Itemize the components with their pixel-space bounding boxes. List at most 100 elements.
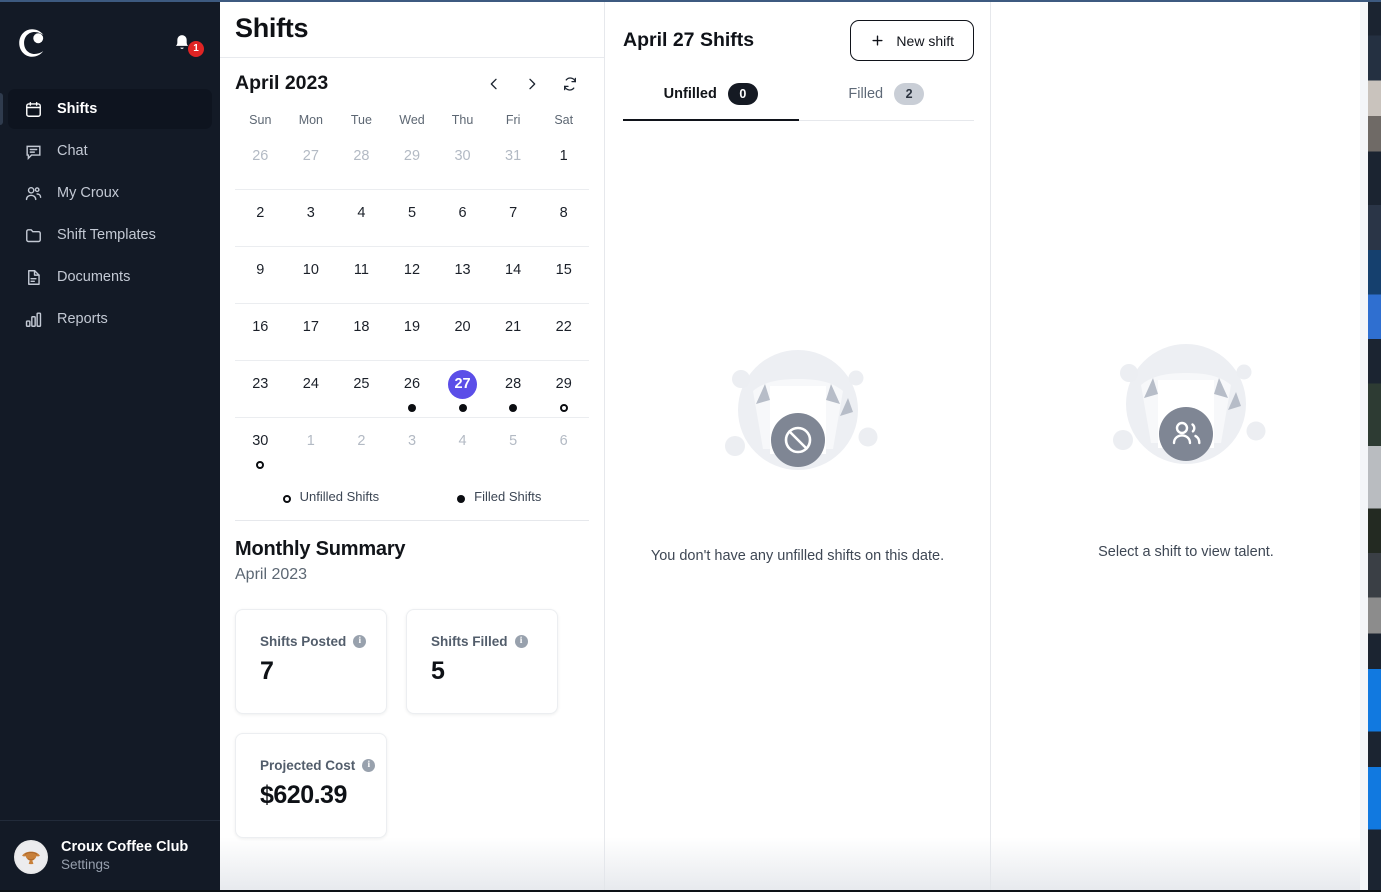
shifts-panel: April 27 Shifts New shift Unfilled 0 Fil… bbox=[605, 0, 991, 892]
calendar-day-cell[interactable]: 2 bbox=[235, 199, 286, 246]
calendar-day-cell[interactable]: 29 bbox=[387, 142, 438, 189]
calendar-day-cell[interactable]: 28 bbox=[488, 370, 539, 417]
refresh-icon bbox=[564, 76, 576, 91]
calendar-day-cell[interactable]: 21 bbox=[488, 313, 539, 360]
calendar-week-row: 16 17 18 19 20 21 22 bbox=[235, 304, 589, 361]
calendar-day-cell[interactable]: 16 bbox=[235, 313, 286, 360]
day-name: Sat bbox=[554, 113, 574, 127]
folder-icon bbox=[26, 228, 41, 242]
calendar-day-cell[interactable]: 1 bbox=[286, 427, 337, 475]
chat-bubble-icon bbox=[26, 145, 41, 160]
calendar-next-button[interactable] bbox=[523, 75, 541, 93]
calendar-day-number: 21 bbox=[505, 319, 522, 336]
sidebar-item-documents[interactable]: Documents bbox=[8, 257, 212, 297]
no-dot-spacer bbox=[307, 347, 315, 355]
calendar-day-cell[interactable]: 22 bbox=[538, 313, 589, 360]
calendar-day-number: 6 bbox=[559, 433, 568, 450]
calendar-day-number: 30 bbox=[454, 148, 471, 165]
unfilled-dot-icon bbox=[256, 461, 265, 469]
calendar-day-cell[interactable]: 15 bbox=[538, 256, 589, 303]
info-icon[interactable]: i bbox=[362, 759, 376, 772]
account-settings-link[interactable]: Settings bbox=[61, 856, 188, 874]
avatar bbox=[14, 839, 48, 874]
calendar-day-cell[interactable]: 19 bbox=[387, 313, 438, 360]
croux-logo-icon[interactable] bbox=[14, 24, 52, 62]
calendar-day-cell[interactable]: 27 bbox=[286, 142, 337, 189]
calendar-day-cell[interactable]: 7 bbox=[488, 199, 539, 246]
calendar-day-number: 28 bbox=[353, 148, 370, 165]
info-icon[interactable]: i bbox=[514, 635, 528, 648]
no-dot-spacer bbox=[408, 461, 416, 469]
calendar-day-cell[interactable]: 12 bbox=[387, 256, 438, 303]
no-dot-spacer bbox=[459, 176, 467, 184]
tab-filled[interactable]: Filled 2 bbox=[799, 83, 975, 121]
sidebar-item-reports[interactable]: Reports bbox=[8, 299, 212, 339]
summary-subtitle: April 2023 bbox=[235, 566, 308, 583]
calendar-day-cell[interactable]: 11 bbox=[336, 256, 387, 303]
calendar-day-cell[interactable]: 1 bbox=[538, 142, 589, 189]
calendar-day-cell[interactable]: 6 bbox=[538, 427, 589, 475]
calendar-day-number: 5 bbox=[407, 205, 417, 222]
calendar-day-number: 19 bbox=[403, 319, 421, 336]
account-settings-row[interactable]: Croux Coffee Club Settings bbox=[0, 820, 220, 892]
calendar-day-cell[interactable]: 4 bbox=[336, 199, 387, 246]
calendar-day-cell[interactable]: 6 bbox=[437, 199, 488, 246]
calendar-day-cell[interactable]: 27 bbox=[437, 370, 488, 417]
sidebar-item-chat[interactable]: Chat bbox=[8, 131, 212, 171]
unfilled-dot-icon bbox=[559, 404, 568, 412]
sidebar-item-shift-templates[interactable]: Shift Templates bbox=[8, 215, 212, 255]
sidebar-item-shifts[interactable]: Shifts bbox=[0, 89, 212, 129]
calendar-day-cell[interactable]: 30 bbox=[235, 427, 286, 475]
card-value: $620.39 bbox=[260, 781, 347, 809]
account-name: Croux Coffee Club bbox=[61, 839, 189, 856]
calendar-prev-button[interactable] bbox=[485, 75, 503, 93]
sidebar-item-label: Documents bbox=[57, 269, 131, 285]
calendar-day-cell[interactable]: 14 bbox=[488, 256, 539, 303]
calendar-refresh-button[interactable] bbox=[561, 75, 579, 93]
sidebar-header: 1 bbox=[0, 0, 220, 85]
calendar-day-number: 24 bbox=[302, 376, 319, 393]
calendar-day-cell[interactable]: 13 bbox=[437, 256, 488, 303]
summary-card-shifts-posted: Shifts Posted i 7 bbox=[235, 609, 387, 714]
calendar-day-cell[interactable]: 5 bbox=[387, 199, 438, 246]
no-dot-spacer bbox=[560, 290, 568, 298]
calendar-day-cell[interactable]: 29 bbox=[538, 370, 589, 417]
calendar-day-cell[interactable]: 24 bbox=[286, 370, 337, 417]
calendar-day-number: 2 bbox=[357, 433, 366, 450]
card-label: Shifts Filled bbox=[431, 634, 508, 649]
calendar-day-cell[interactable]: 18 bbox=[336, 313, 387, 360]
info-icon[interactable]: i bbox=[353, 635, 367, 648]
calendar-day-cell[interactable]: 9 bbox=[235, 256, 286, 303]
calendar-day-cell[interactable]: 26 bbox=[387, 370, 438, 417]
tab-unfilled[interactable]: Unfilled 0 bbox=[623, 83, 799, 121]
calendar-day-cell[interactable]: 28 bbox=[336, 142, 387, 189]
new-shift-button[interactable]: New shift bbox=[850, 20, 974, 61]
tab-label: Unfilled bbox=[663, 86, 717, 102]
calendar-day-cell[interactable]: 31 bbox=[488, 142, 539, 189]
calendar-day-cell[interactable]: 30 bbox=[437, 142, 488, 189]
sidebar-item-my-croux[interactable]: My Croux bbox=[8, 173, 212, 213]
no-dot-spacer bbox=[307, 290, 315, 298]
calendar-day-number: 2 bbox=[256, 205, 265, 222]
no-dot-spacer bbox=[560, 176, 568, 184]
no-dot-spacer bbox=[408, 290, 416, 298]
calendar-day-cell[interactable]: 10 bbox=[286, 256, 337, 303]
calendar-day-cell[interactable]: 8 bbox=[538, 199, 589, 246]
calendar-day-cell[interactable]: 23 bbox=[235, 370, 286, 417]
calendar-day-cell[interactable]: 4 bbox=[437, 427, 488, 475]
calendar-day-cell[interactable]: 25 bbox=[336, 370, 387, 417]
calendar-day-cell[interactable]: 2 bbox=[336, 427, 387, 475]
calendar-day-cell[interactable]: 5 bbox=[488, 427, 539, 475]
calendar-day-cell[interactable]: 3 bbox=[387, 427, 438, 475]
no-dot-spacer bbox=[509, 233, 517, 241]
calendar-day-number: 11 bbox=[353, 262, 369, 279]
calendar-day-cell[interactable]: 17 bbox=[286, 313, 337, 360]
day-name: Mon bbox=[298, 113, 324, 127]
notifications-bell[interactable]: 1 bbox=[172, 30, 204, 57]
no-shifts-illustration bbox=[708, 336, 888, 516]
calendar-day-cell[interactable]: 20 bbox=[437, 313, 488, 360]
calendar-day-cell[interactable]: 3 bbox=[286, 199, 337, 246]
calendar-day-cell[interactable]: 26 bbox=[235, 142, 286, 189]
calendar-controls bbox=[485, 75, 589, 93]
summary-cards: Shifts Posted i 7 Shifts Filled i 5 Proj… bbox=[235, 609, 589, 838]
